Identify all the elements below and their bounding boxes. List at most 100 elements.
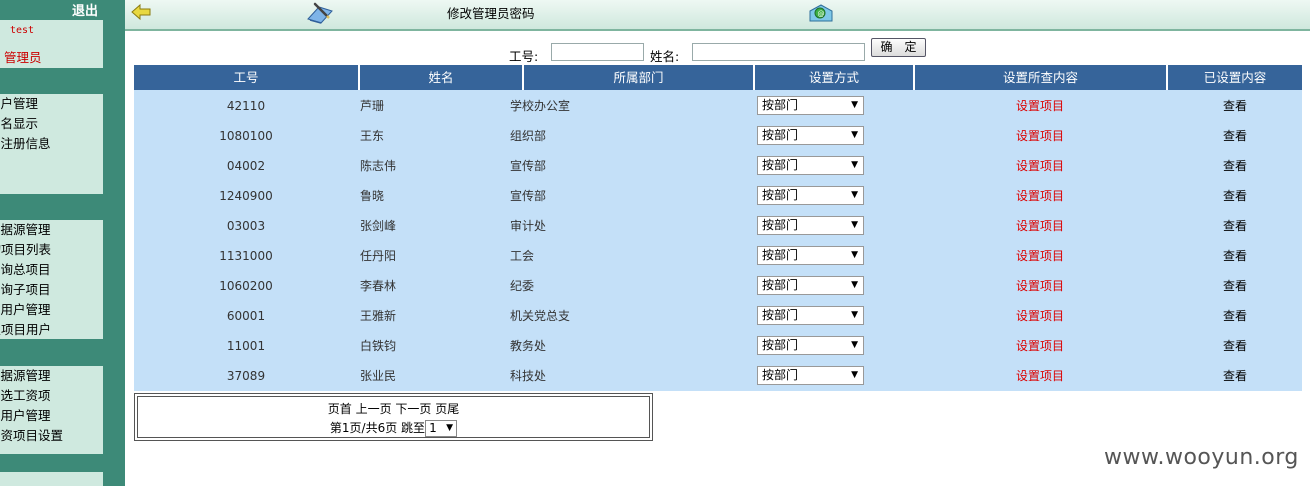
table-row: 42110 芦珊 学校办公室 按部门 ▼ 设置项目 查看 bbox=[134, 92, 1302, 122]
menu-datasource-management-2[interactable]: 数据源管理 bbox=[0, 366, 91, 386]
set-items-link[interactable]: 设置项目 bbox=[914, 212, 1166, 242]
last-page-link[interactable]: 页尾 bbox=[435, 402, 459, 416]
setting-mode-value: 按部门 bbox=[762, 128, 799, 142]
set-items-link[interactable]: 设置项目 bbox=[914, 332, 1166, 362]
employee-name: 王东 bbox=[360, 129, 385, 143]
change-admin-password-link[interactable]: 修改管理员密码 bbox=[447, 3, 535, 22]
set-items-link[interactable]: 设置项目 bbox=[914, 242, 1166, 272]
view-link[interactable]: 查看 bbox=[1168, 332, 1302, 362]
table-row: 11001 白铁钧 教务处 按部门 ▼ 设置项目 查看 bbox=[134, 332, 1302, 362]
employee-id: 37089 bbox=[226, 369, 266, 383]
set-items-link[interactable]: 设置项目 bbox=[914, 362, 1166, 392]
mail-icon[interactable]: @ bbox=[807, 1, 835, 25]
page-info: 第1页/共6页 跳至 1 ▼ bbox=[138, 419, 649, 437]
employee-id: 11001 bbox=[226, 339, 266, 353]
menu-group-query: 数据源管理 查询项目列表 查询总项目 查询子项目 总用户管理 设置项目用户 bbox=[0, 220, 103, 339]
view-link[interactable]: 查看 bbox=[1168, 212, 1302, 242]
user-panel: test 管理员 bbox=[0, 20, 103, 68]
setting-mode-select[interactable]: 按部门 ▼ bbox=[757, 216, 864, 235]
arrow-left-icon[interactable] bbox=[130, 2, 152, 22]
col-configured-content: 已设置内容 bbox=[1168, 65, 1302, 90]
employee-name: 陈志伟 bbox=[360, 159, 397, 173]
view-link[interactable]: 查看 bbox=[1168, 302, 1302, 332]
edit-book-icon[interactable] bbox=[305, 1, 335, 25]
employee-id: 03003 bbox=[226, 219, 266, 233]
set-items-link[interactable]: 设置项目 bbox=[914, 92, 1166, 122]
setting-mode-select[interactable]: 按部门 ▼ bbox=[757, 276, 864, 295]
table-row: 04002 陈志伟 宣传部 按部门 ▼ 设置项目 查看 bbox=[134, 152, 1302, 182]
menu-new-registrations[interactable]: 新注册信息 bbox=[0, 134, 91, 154]
employee-id-label: 工号: bbox=[509, 49, 539, 64]
menu-group-users: 用户管理 匿名显示 新注册信息 bbox=[0, 94, 103, 194]
set-items-link[interactable]: 设置项目 bbox=[914, 182, 1166, 212]
logout-link[interactable]: 退出 bbox=[72, 0, 98, 19]
menu-group-more bbox=[0, 472, 103, 486]
name-input[interactable] bbox=[692, 43, 865, 61]
menu-set-item-users[interactable]: 设置项目用户 bbox=[0, 320, 79, 340]
department: 组织部 bbox=[510, 129, 547, 143]
menu-filter-salary-items[interactable]: 筛选工资项 bbox=[0, 386, 91, 406]
view-link[interactable]: 查看 bbox=[1168, 122, 1302, 152]
next-page-link[interactable]: 下一页 bbox=[395, 402, 431, 416]
setting-mode-select[interactable]: 按部门 ▼ bbox=[757, 186, 864, 205]
employee-name: 王雅新 bbox=[360, 309, 397, 323]
view-link[interactable]: 查看 bbox=[1168, 152, 1302, 182]
department: 宣传部 bbox=[510, 159, 547, 173]
setting-mode-value: 按部门 bbox=[762, 338, 799, 352]
setting-mode-value: 按部门 bbox=[762, 188, 799, 202]
employee-id: 04002 bbox=[226, 159, 266, 173]
page-jump-select[interactable]: 1 ▼ bbox=[425, 420, 458, 437]
employee-name: 张业民 bbox=[360, 369, 397, 383]
menu-datasource-management[interactable]: 数据源管理 bbox=[0, 220, 91, 240]
setting-mode-select[interactable]: 按部门 ▼ bbox=[757, 156, 864, 175]
employee-name: 任丹阳 bbox=[360, 249, 397, 263]
set-items-link[interactable]: 设置项目 bbox=[914, 152, 1166, 182]
setting-mode-value: 按部门 bbox=[762, 278, 799, 292]
col-query-content: 设置所查内容 bbox=[915, 65, 1168, 90]
prev-page-link[interactable]: 上一页 bbox=[356, 402, 392, 416]
view-link[interactable]: 查看 bbox=[1168, 182, 1302, 212]
table-row: 1080100 王东 组织部 按部门 ▼ 设置项目 查看 bbox=[134, 122, 1302, 152]
table-row: 37089 张业民 科技处 按部门 ▼ 设置项目 查看 bbox=[134, 362, 1302, 392]
menu-query-item-list[interactable]: 查询项目列表 bbox=[0, 240, 79, 260]
first-page-link[interactable]: 页首 bbox=[328, 402, 352, 416]
setting-mode-select[interactable]: 按部门 ▼ bbox=[757, 306, 864, 325]
employee-name: 鲁晓 bbox=[360, 189, 385, 203]
set-items-link[interactable]: 设置项目 bbox=[914, 272, 1166, 302]
menu-total-user-management[interactable]: 总用户管理 bbox=[0, 300, 91, 320]
menu-anonymous-display[interactable]: 匿名显示 bbox=[0, 114, 91, 134]
set-items-link[interactable]: 设置项目 bbox=[914, 302, 1166, 332]
col-setting-mode: 设置方式 bbox=[755, 65, 915, 90]
chevron-down-icon: ▼ bbox=[851, 130, 858, 140]
chevron-down-icon: ▼ bbox=[851, 280, 858, 290]
admin-table: 工号 姓名 所属部门 设置方式 设置所查内容 已设置内容 42110 芦珊 学校办公… bbox=[134, 65, 1302, 391]
table-row: 60001 王雅新 机关党总支 按部门 ▼ 设置项目 查看 bbox=[134, 302, 1302, 332]
confirm-button[interactable]: 确 定 bbox=[871, 38, 926, 57]
pagination-links: 页首 上一页 下一页 页尾 bbox=[138, 400, 649, 417]
menu-salary-item-settings[interactable]: 工资项目设置 bbox=[0, 426, 91, 446]
view-link[interactable]: 查看 bbox=[1168, 242, 1302, 272]
view-link[interactable]: 查看 bbox=[1168, 92, 1302, 122]
col-employee-id: 工号 bbox=[134, 65, 360, 90]
department: 工会 bbox=[510, 249, 535, 263]
setting-mode-value: 按部门 bbox=[762, 308, 799, 322]
menu-total-user-management-2[interactable]: 总用户管理 bbox=[0, 406, 91, 426]
chevron-down-icon: ▼ bbox=[851, 160, 858, 170]
menu-query-total-item[interactable]: 查询总项目 bbox=[0, 260, 91, 280]
setting-mode-value: 按部门 bbox=[762, 368, 799, 382]
setting-mode-select[interactable]: 按部门 ▼ bbox=[757, 126, 864, 145]
view-link[interactable]: 查看 bbox=[1168, 272, 1302, 302]
chevron-down-icon: ▼ bbox=[851, 100, 858, 110]
menu-user-management[interactable]: 用户管理 bbox=[0, 94, 91, 114]
chevron-down-icon: ▼ bbox=[851, 250, 858, 260]
setting-mode-select[interactable]: 按部门 ▼ bbox=[757, 96, 864, 115]
set-items-link[interactable]: 设置项目 bbox=[914, 122, 1166, 152]
department: 审计处 bbox=[510, 219, 547, 233]
setting-mode-select[interactable]: 按部门 ▼ bbox=[757, 246, 864, 265]
setting-mode-select[interactable]: 按部门 ▼ bbox=[757, 336, 864, 355]
setting-mode-select[interactable]: 按部门 ▼ bbox=[757, 366, 864, 385]
menu-query-sub-item[interactable]: 查询子项目 bbox=[0, 280, 91, 300]
employee-id-input[interactable] bbox=[551, 43, 644, 61]
svg-text:@: @ bbox=[818, 10, 825, 18]
view-link[interactable]: 查看 bbox=[1168, 362, 1302, 392]
